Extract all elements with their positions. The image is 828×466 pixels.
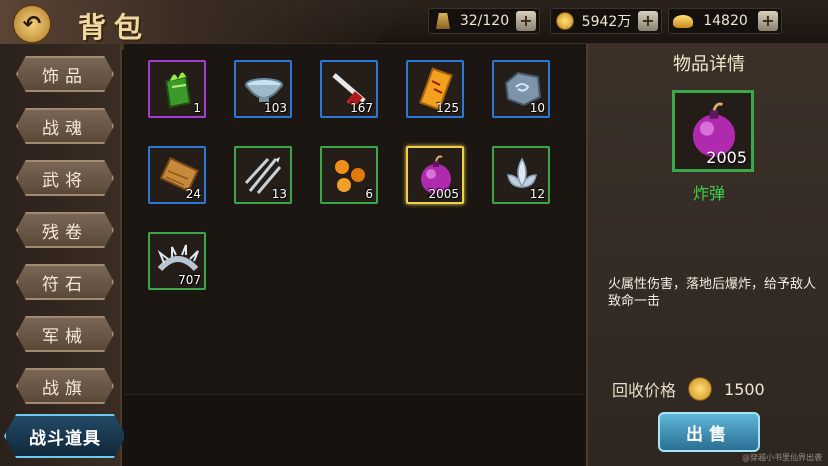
recycle-price-value: 1500 [724,379,765,399]
item-slot[interactable]: 13 [234,146,292,204]
tab-fragments[interactable]: 残卷 [16,212,114,248]
item-quantity: 12 [529,187,545,201]
item-quantity: 103 [264,101,287,115]
item-slot[interactable]: 10 [492,60,550,118]
tab-accessories[interactable]: 饰品 [16,56,114,92]
item-slot[interactable]: 167 [320,60,378,118]
item-quantity: 24 [185,187,201,201]
item-slot[interactable]: 125 [406,60,464,118]
item-slot[interactable]: 707 [148,232,206,290]
expand-bag-button[interactable]: + [516,11,536,31]
ingot-icon [673,11,693,31]
page-title: 背包 [78,11,151,44]
title-banner [0,0,420,50]
tab-armory[interactable]: 军械 [16,316,114,352]
bag-capacity-counter: 32/120 + [428,8,540,34]
back-arrow-icon: ↶ [22,11,42,37]
add-gold-button[interactable]: + [638,11,658,31]
recycle-price-label: 回收价格 [612,381,677,400]
tab-generals[interactable]: 武将 [16,160,114,196]
tab-war-soul[interactable]: 战魂 [16,108,114,144]
tab-runestones[interactable]: 符石 [16,264,114,300]
item-quantity: 6 [365,187,373,201]
detail-title: 物品详情 [673,54,745,75]
coin-icon [555,11,575,31]
grid-footer [124,394,584,466]
watermark: @穿越小书里仙界出袭 [742,453,822,462]
item-quantity: 2005 [428,187,459,201]
item-detail-panel: 物品详情 2005 炸弹 火属性伤害，落地后爆炸，给予敌人致命一击 回收价格 1… [586,44,828,466]
item-quantity: 1 [193,101,201,115]
category-sidebar: 饰品 战魂 武将 残卷 符石 军械 战旗 战斗道具 [0,44,126,466]
detail-item-quantity: 2005 [706,148,747,167]
detail-item-slot: 2005 [672,90,754,172]
bag-capacity-value: 32/120 [459,13,510,29]
item-grid: 1 103 167 125 10 24 13 6 2005 12 707 [124,44,584,394]
tab-war-flags[interactable]: 战旗 [16,368,114,404]
back-button[interactable]: ↶ [12,4,52,44]
sell-button[interactable]: 出售 [658,412,760,452]
recycle-price-row: 回收价格 1500 [612,374,812,404]
add-ingot-button[interactable]: + [758,11,778,31]
gold-value: 5942万 [581,14,632,30]
item-slot[interactable]: 6 [320,146,378,204]
item-quantity: 707 [178,273,201,287]
ingot-value: 14820 [703,13,748,29]
bag-icon [433,11,453,31]
coin-icon [688,377,713,401]
tab-battle-items[interactable]: 战斗道具 [4,414,126,458]
ingot-counter: 14820 + [668,8,782,34]
item-quantity: 125 [436,101,459,115]
item-slot-selected[interactable]: 2005 [406,146,464,204]
item-slot[interactable]: 103 [234,60,292,118]
item-quantity: 13 [271,187,287,201]
item-slot[interactable]: 12 [492,146,550,204]
detail-item-name: 炸弹 [692,184,725,203]
item-slot[interactable]: 24 [148,146,206,204]
item-quantity: 10 [529,101,545,115]
item-slot[interactable]: 1 [148,60,206,118]
detail-item-description: 火属性伤害，落地后爆炸，给予敌人致命一击 [608,277,817,309]
gold-counter: 5942万 + [550,8,662,34]
item-quantity: 167 [350,101,373,115]
